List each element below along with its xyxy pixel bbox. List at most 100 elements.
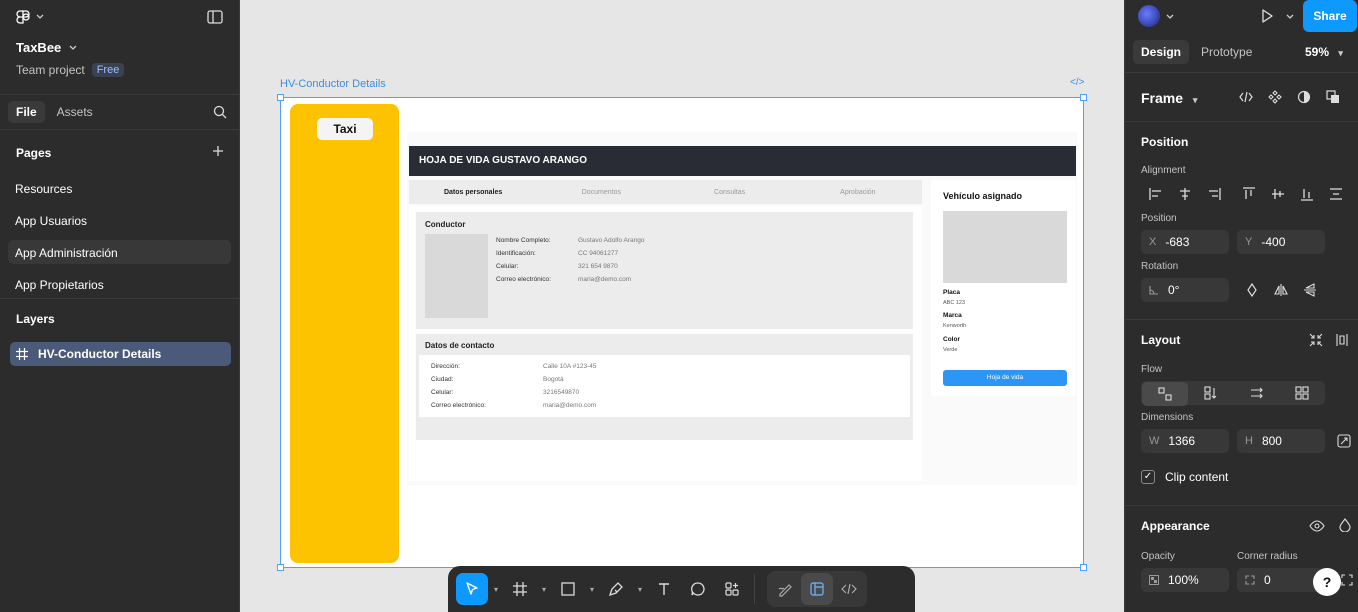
resize-handle-top-left[interactable] <box>277 94 284 101</box>
flow-freeform-icon[interactable] <box>1142 382 1188 406</box>
design-vehiculo-photo <box>943 211 1067 283</box>
help-button[interactable]: ? <box>1313 568 1341 596</box>
align-right-icon[interactable] <box>1199 182 1228 206</box>
design-label: Celular: <box>496 263 519 270</box>
resize-handle-bottom-right[interactable] <box>1080 564 1087 571</box>
toggle-sidebar-icon[interactable] <box>207 10 223 24</box>
eye-icon[interactable] <box>1309 519 1325 533</box>
y-position-input[interactable]: Y -400 <box>1237 230 1325 254</box>
page-item-app-propietarios[interactable]: App Propietarios <box>8 272 231 296</box>
chevron-down-icon[interactable]: ▾ <box>634 585 646 594</box>
frame-name-label[interactable]: HV-Conductor Details <box>280 78 386 90</box>
add-page-icon[interactable] <box>212 145 224 157</box>
design-label: Nombre Completo: <box>496 237 551 244</box>
play-icon[interactable] <box>1259 8 1275 24</box>
actions-tool-button[interactable] <box>716 573 748 605</box>
layer-item-hv-conductor-details[interactable]: HV-Conductor Details <box>10 342 231 366</box>
design-value: Gustavo Adolfo Arango <box>578 237 645 244</box>
blend-mode-icon[interactable] <box>1339 518 1351 532</box>
page-item-app-administracion[interactable]: App Administración <box>8 240 231 264</box>
clip-content-checkbox[interactable]: ✓ Clip content <box>1141 470 1228 484</box>
corner-radius-input[interactable]: 0 <box>1237 568 1325 592</box>
resize-handle-bottom-left[interactable] <box>277 564 284 571</box>
chevron-down-icon[interactable]: ▾ <box>586 585 598 594</box>
independent-corners-icon[interactable] <box>1341 574 1353 586</box>
pen-tool-button[interactable] <box>600 573 632 605</box>
canvas[interactable]: HV-Conductor Details </> Taxi HOJA DE VI… <box>240 0 1124 612</box>
rotate-icon[interactable] <box>1237 278 1266 302</box>
chevron-down-icon[interactable] <box>1166 13 1174 21</box>
draw-icon <box>778 584 792 597</box>
right-panel: Share Design Prototype 59% ▾ Frame ▾ Pos… <box>1124 0 1358 612</box>
comment-tool-button[interactable] <box>682 573 714 605</box>
component-icon[interactable] <box>1260 85 1289 109</box>
x-position-input[interactable]: X -683 <box>1141 230 1229 254</box>
zoom-level[interactable]: 59% ▾ <box>1305 45 1343 59</box>
frame-type-dropdown[interactable]: Frame ▾ <box>1141 90 1197 106</box>
flow-vertical-icon[interactable] <box>1189 381 1235 405</box>
design-value: Calle 10A #123-45 <box>543 363 597 370</box>
chevron-down-icon: ▾ <box>1192 95 1198 105</box>
align-center-vertical-icon[interactable] <box>1263 182 1292 206</box>
rotation-input[interactable]: 0° <box>1141 278 1229 302</box>
chevron-down-icon[interactable] <box>1286 13 1294 21</box>
collapse-icon[interactable] <box>1303 328 1329 352</box>
code-icon[interactable] <box>1231 85 1260 109</box>
left-panel-topbar <box>0 0 239 34</box>
dev-mode-code-icon[interactable]: </> <box>1070 77 1084 88</box>
chevron-down-icon[interactable]: ▾ <box>490 585 502 594</box>
chevron-down-icon <box>36 14 44 19</box>
flow-grid-icon[interactable] <box>1280 381 1326 405</box>
design-label: Dirección: <box>431 363 460 370</box>
auto-layout-icon[interactable] <box>1329 328 1355 352</box>
design-contacto-title: Datos de contacto <box>425 341 495 350</box>
align-bottom-icon[interactable] <box>1292 182 1321 206</box>
avatar[interactable] <box>1138 5 1160 27</box>
boolean-icon[interactable] <box>1318 85 1347 109</box>
main-menu[interactable] <box>16 8 44 26</box>
page-item-resources[interactable]: Resources <box>8 176 231 200</box>
design-tabs: Datos personales Documentos Consultas Ap… <box>409 180 922 204</box>
chevron-down-icon[interactable]: ▾ <box>538 585 550 594</box>
share-button[interactable]: Share <box>1303 0 1357 32</box>
appearance-heading: Appearance <box>1141 519 1210 533</box>
pages-heading: Pages <box>16 146 52 160</box>
distribute-icon[interactable] <box>1321 182 1350 206</box>
mask-icon[interactable] <box>1289 85 1318 109</box>
design-sidebar: Taxi <box>290 104 399 563</box>
opacity-label: Opacity <box>1141 551 1175 562</box>
width-input[interactable]: W 1366 <box>1141 429 1229 453</box>
frame-tool-button[interactable] <box>504 573 536 605</box>
corner-radius-label: Corner radius <box>1237 551 1298 562</box>
dimensions-label: Dimensions <box>1141 412 1194 423</box>
flow-horizontal-icon[interactable] <box>1234 381 1280 405</box>
move-tool-button[interactable] <box>456 573 488 605</box>
align-center-horizontal-icon[interactable] <box>1170 182 1199 206</box>
flip-vertical-icon[interactable] <box>1295 278 1324 302</box>
design-placa-value: ABC 123 <box>943 300 966 306</box>
draw-mode-button[interactable] <box>769 573 801 605</box>
tab-file[interactable]: File <box>8 101 45 123</box>
search-icon[interactable] <box>213 105 227 119</box>
shape-tool-button[interactable] <box>552 573 584 605</box>
flip-horizontal-icon[interactable] <box>1266 278 1295 302</box>
layers-heading: Layers <box>16 312 55 326</box>
resize-handle-top-right[interactable] <box>1080 94 1087 101</box>
align-top-icon[interactable] <box>1234 182 1263 206</box>
plan-badge[interactable]: Free <box>91 63 125 77</box>
tab-assets[interactable]: Assets <box>49 101 101 123</box>
opacity-input[interactable]: 100% <box>1141 568 1229 592</box>
design-mode-button[interactable] <box>801 573 833 605</box>
page-item-app-usuarios[interactable]: App Usuarios <box>8 208 231 232</box>
tab-design[interactable]: Design <box>1133 40 1190 64</box>
frame-hv-conductor-details[interactable]: Taxi HOJA DE VIDA GUSTAVO ARANGO Datos p… <box>277 94 1087 571</box>
align-left-icon[interactable] <box>1141 182 1170 206</box>
resize-to-fit-icon[interactable] <box>1337 434 1351 448</box>
dev-mode-button[interactable] <box>833 573 865 605</box>
divider <box>1125 72 1358 73</box>
tab-prototype[interactable]: Prototype <box>1193 40 1260 64</box>
project-name[interactable]: TaxBee <box>16 40 77 55</box>
text-tool-button[interactable] <box>648 573 680 605</box>
corner-radius-icon <box>1245 575 1255 585</box>
height-input[interactable]: H 800 <box>1237 429 1325 453</box>
